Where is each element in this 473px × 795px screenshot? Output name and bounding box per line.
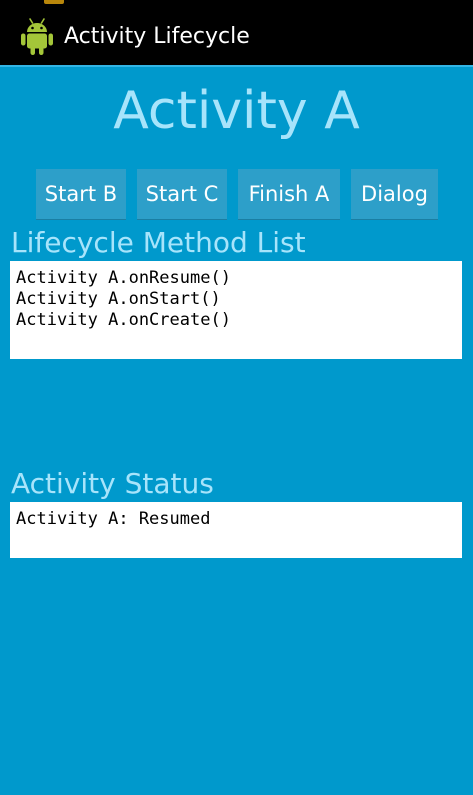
app-title: Activity Lifecycle <box>64 24 250 49</box>
lifecycle-method-list: Activity A.onResume() Activity A.onStart… <box>10 261 462 359</box>
status-bar <box>0 0 473 8</box>
start-c-button[interactable]: Start C <box>137 169 227 219</box>
finish-a-button[interactable]: Finish A <box>238 169 340 219</box>
lifecycle-line: Activity A.onStart() <box>16 289 221 309</box>
page-title: Activity A <box>113 81 360 141</box>
activity-status-box: Activity A: Resumed <box>10 502 462 558</box>
lifecycle-line: Activity A.onResume() <box>16 268 231 288</box>
activity-status-label: Activity Status <box>11 467 214 500</box>
action-bar: Activity Lifecycle <box>0 8 473 67</box>
start-b-button[interactable]: Start B <box>36 169 126 219</box>
activity-status-text: Activity A: Resumed <box>16 509 211 529</box>
android-robot-icon <box>21 18 53 55</box>
dialog-button[interactable]: Dialog <box>351 169 438 219</box>
lifecycle-method-list-label: Lifecycle Method List <box>11 226 306 259</box>
lifecycle-line: Activity A.onCreate() <box>16 310 231 330</box>
notification-icon <box>44 0 64 4</box>
